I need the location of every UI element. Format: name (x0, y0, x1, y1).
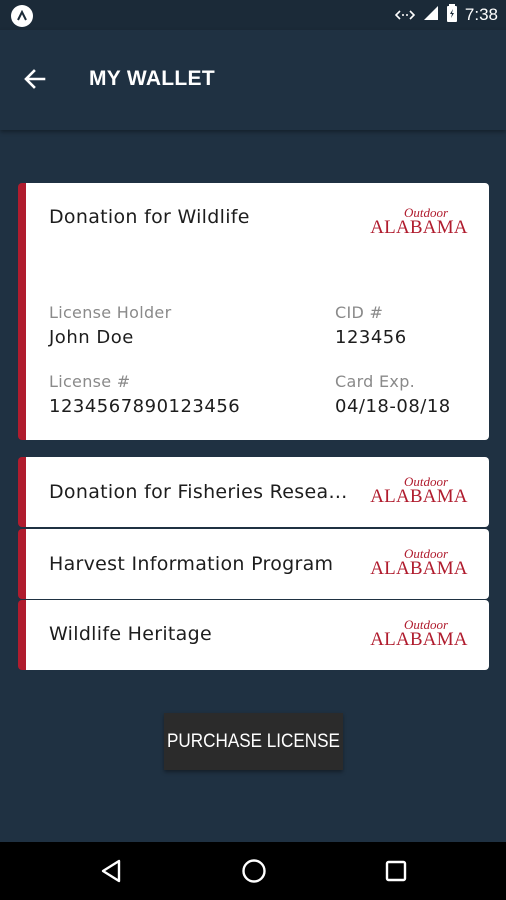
license-card[interactable]: Harvest Information Program Outdoor ALAB… (18, 529, 489, 599)
nav-home-button[interactable] (239, 856, 269, 886)
holder-value: John Doe (49, 327, 134, 348)
page-title: MY WALLET (89, 67, 215, 90)
license-title: Harvest Information Program (49, 553, 334, 575)
card-exp-label: Card Exp. (335, 372, 416, 391)
signal-icon (423, 5, 439, 25)
card-exp-value: 04/18-08/18 (335, 396, 451, 417)
back-triangle-icon (101, 859, 121, 883)
home-circle-icon (242, 859, 266, 883)
data-sync-icon (394, 6, 416, 25)
arrow-left-icon (24, 69, 46, 89)
license-card[interactable]: Wildlife Heritage Outdoor ALABAMA (18, 600, 489, 670)
outdoor-alabama-logo: Outdoor ALABAMA (370, 474, 468, 507)
status-icons: 7:38 (394, 0, 498, 30)
outdoor-alabama-logo: Outdoor ALABAMA (370, 205, 468, 238)
license-card[interactable]: Donation for Fisheries Research Outdoor … (18, 457, 489, 527)
license-title: Wildlife Heritage (49, 623, 212, 645)
cid-value: 123456 (335, 327, 407, 348)
android-app-icon (11, 5, 33, 27)
holder-label: License Holder (49, 303, 172, 322)
battery-icon (446, 4, 457, 26)
app-bar: MY WALLET (0, 30, 506, 130)
nav-back-button[interactable] (96, 856, 126, 886)
outdoor-alabama-logo: Outdoor ALABAMA (370, 546, 468, 579)
outdoor-alabama-logo: Outdoor ALABAMA (370, 617, 468, 650)
license-number-value: 1234567890123456 (49, 396, 241, 417)
status-time: 7:38 (464, 5, 498, 24)
nav-recents-button[interactable] (381, 856, 411, 886)
recents-square-icon (385, 860, 407, 882)
license-number-label: License # (49, 372, 131, 391)
license-card-expanded[interactable]: Donation for Wildlife Outdoor ALABAMA Li… (18, 183, 489, 440)
license-title: Donation for Wildlife (49, 206, 250, 228)
system-nav-bar (0, 842, 506, 900)
status-bar: 7:38 (0, 0, 506, 30)
back-button[interactable] (20, 64, 50, 94)
purchase-license-button[interactable]: PURCHASE LICENSE (163, 713, 344, 770)
license-title: Donation for Fisheries Research (49, 481, 354, 503)
cid-label: CID # (335, 303, 384, 322)
